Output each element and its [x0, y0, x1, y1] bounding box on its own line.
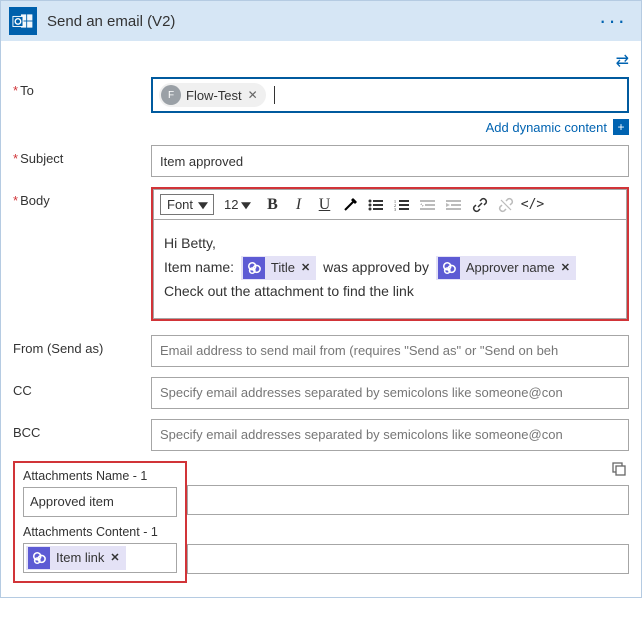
add-dynamic-content-label: Add dynamic content: [486, 120, 607, 135]
svg-text:3: 3: [394, 207, 396, 211]
bcc-placeholder: Specify email addresses separated by sem…: [160, 427, 563, 442]
attachment-name-input-right[interactable]: [187, 485, 629, 515]
chip-remove-icon[interactable]: ✕: [248, 88, 258, 102]
from-input[interactable]: Email address to send mail from (require…: [151, 335, 629, 367]
to-label: To: [13, 77, 151, 98]
attachment-name-input[interactable]: Approved item: [23, 487, 177, 517]
bold-button[interactable]: B: [262, 195, 282, 215]
token-label: Item link: [56, 550, 104, 565]
field-to: To F Flow-Test ✕: [13, 77, 629, 113]
sharepoint-token-icon: [438, 257, 460, 279]
text-caret: [274, 86, 275, 104]
field-bcc: BCC Specify email addresses separated by…: [13, 419, 629, 451]
outdent-button[interactable]: [418, 195, 438, 215]
font-select[interactable]: Font: [160, 194, 214, 215]
from-label: From (Send as): [13, 335, 151, 356]
subject-value: Item approved: [160, 154, 243, 169]
attachments-section: Attachments Name - 1 Approved item Attac…: [13, 461, 629, 583]
card-title: Send an email (V2): [47, 13, 593, 30]
field-body: Body Font 12 B I U: [13, 187, 629, 321]
email-action-card: Send an email (V2) ··· ⇄ To F Flow-Test …: [0, 0, 642, 598]
field-from: From (Send as) Email address to send mai…: [13, 335, 629, 367]
token-remove-icon[interactable]: ✕: [561, 259, 570, 278]
chip-avatar: F: [161, 85, 181, 105]
italic-button[interactable]: I: [288, 195, 308, 215]
size-select[interactable]: 12: [220, 195, 256, 214]
to-input[interactable]: F Flow-Test ✕: [151, 77, 629, 113]
sharepoint-token-icon: [243, 257, 265, 279]
underline-button[interactable]: U: [314, 195, 334, 215]
cc-placeholder: Specify email addresses separated by sem…: [160, 385, 563, 400]
token-title[interactable]: Title ✕: [241, 256, 316, 280]
bcc-label: BCC: [13, 419, 151, 440]
bullet-list-button[interactable]: [366, 195, 386, 215]
unlink-button[interactable]: [496, 195, 516, 215]
chip-name: Flow-Test: [186, 88, 242, 103]
attachment-name-value: Approved item: [30, 494, 114, 509]
subject-input[interactable]: Item approved: [151, 145, 629, 177]
attachment-content-input-right[interactable]: [187, 544, 629, 574]
code-view-button[interactable]: </>: [522, 195, 542, 215]
outlook-icon: [9, 7, 37, 35]
attachment-content-input[interactable]: Item link ✕: [23, 543, 177, 573]
add-dynamic-content-link[interactable]: Add dynamic content +: [486, 119, 629, 135]
recipient-chip[interactable]: F Flow-Test ✕: [159, 83, 266, 107]
card-menu-dots-icon[interactable]: ···: [593, 8, 633, 34]
token-label: Approver name: [466, 257, 555, 279]
cc-label: CC: [13, 377, 151, 398]
swap-icon[interactable]: ⇄: [616, 51, 629, 71]
body-label: Body: [13, 187, 151, 208]
token-approver-name[interactable]: Approver name ✕: [436, 256, 576, 280]
token-remove-icon[interactable]: ✕: [301, 259, 310, 278]
card-header: Send an email (V2) ···: [1, 1, 641, 41]
switch-mode-icon[interactable]: [611, 461, 629, 479]
attachment-name-label: Attachments Name - 1: [23, 469, 177, 483]
body-line3: Check out the attachment to find the lin…: [164, 280, 616, 304]
link-button[interactable]: [470, 195, 490, 215]
subject-label: Subject: [13, 145, 151, 166]
token-item-link[interactable]: Item link ✕: [26, 546, 126, 570]
token-label: Title: [271, 257, 295, 279]
token-remove-icon[interactable]: ✕: [110, 551, 119, 564]
from-placeholder: Email address to send mail from (require…: [160, 343, 558, 358]
body-editor[interactable]: Hi Betty, Item name: Title ✕ was approve…: [153, 219, 627, 319]
cc-input[interactable]: Specify email addresses separated by sem…: [151, 377, 629, 409]
attachment-content-label: Attachments Content - 1: [23, 525, 177, 539]
field-cc: CC Specify email addresses separated by …: [13, 377, 629, 409]
body-line1: Hi Betty,: [164, 232, 616, 256]
field-subject: Subject Item approved: [13, 145, 629, 177]
color-button[interactable]: [340, 195, 360, 215]
attachments-highlight-box: Attachments Name - 1 Approved item Attac…: [13, 461, 187, 583]
plus-icon: +: [613, 119, 629, 135]
sharepoint-token-icon: [28, 547, 50, 569]
number-list-button[interactable]: 123: [392, 195, 412, 215]
bcc-input[interactable]: Specify email addresses separated by sem…: [151, 419, 629, 451]
indent-button[interactable]: [444, 195, 464, 215]
rte-toolbar: Font 12 B I U 123: [153, 189, 627, 219]
card-body: ⇄ To F Flow-Test ✕ Add dynamic content +: [1, 41, 641, 597]
body-line2: Item name: Title ✕ was approved by Appro…: [164, 256, 616, 280]
